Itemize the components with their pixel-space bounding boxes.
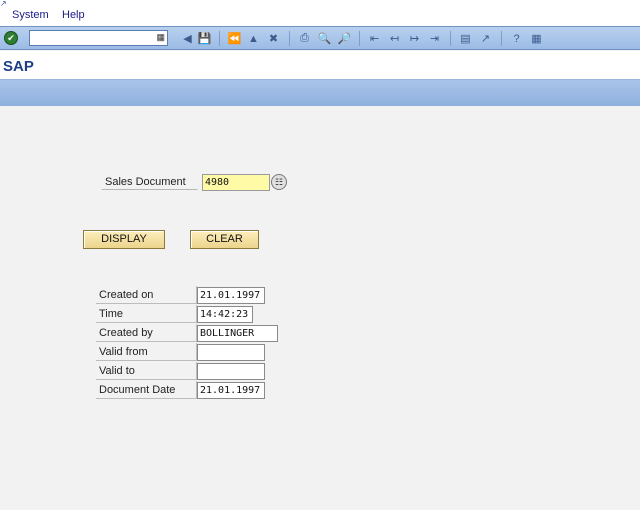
- history-dropdown-icon[interactable]: ▦: [156, 32, 165, 43]
- document-date-field: 21.01.1997: [197, 382, 265, 399]
- valid-to-field[interactable]: [197, 363, 265, 380]
- back-icon[interactable]: ⏪: [227, 31, 242, 46]
- toolbar-separator: [501, 31, 502, 46]
- value-help-icon[interactable]: ☷: [271, 174, 287, 190]
- time-label: Time: [96, 305, 197, 323]
- menu-help[interactable]: Help: [62, 9, 85, 21]
- created-on-label: Created on: [96, 286, 197, 304]
- created-by-label: Created by: [96, 324, 197, 342]
- menu-system[interactable]: System: [12, 9, 49, 21]
- valid-from-label: Valid from: [96, 343, 197, 361]
- toolbar-separator: [359, 31, 360, 46]
- find-next-icon[interactable]: 🔎: [337, 31, 352, 46]
- created-by-field: BOLLINGER: [197, 325, 278, 342]
- last-page-icon[interactable]: ⇥: [427, 31, 442, 46]
- toolbar-separator: [450, 31, 451, 46]
- cancel-icon[interactable]: ✖: [266, 31, 281, 46]
- previous-page-icon[interactable]: ↤: [387, 31, 402, 46]
- valid-from-field[interactable]: [197, 344, 265, 361]
- window-menu-icon[interactable]: ↗: [0, 0, 10, 8]
- standard-toolbar: ✔ ▦ ◀ 💾 ⏪ ▲ ✖ ⎙ 🔍 🔎 ⇤ ↤ ↦ ⇥ ▤ ↗ ? ▦: [0, 26, 640, 50]
- toolbar-separator: [289, 31, 290, 46]
- document-date-label: Document Date: [96, 381, 197, 399]
- help-icon[interactable]: ?: [509, 31, 524, 46]
- sales-document-label: Sales Document: [101, 174, 198, 190]
- first-page-icon[interactable]: ⇤: [367, 31, 382, 46]
- created-on-field: 21.01.1997: [197, 287, 265, 304]
- command-field[interactable]: ▦: [29, 30, 168, 46]
- application-toolbar: [0, 80, 640, 106]
- toolbar-separator: [219, 31, 220, 46]
- valid-to-label: Valid to: [96, 362, 197, 380]
- print-icon[interactable]: ⎙: [297, 31, 312, 46]
- next-page-icon[interactable]: ↦: [407, 31, 422, 46]
- exit-icon[interactable]: ▲: [246, 31, 261, 46]
- layout-menu-icon[interactable]: ▦: [529, 31, 544, 46]
- menu-bar: ↗ System Help: [0, 0, 640, 26]
- enter-icon[interactable]: ✔: [4, 31, 18, 45]
- page-title: SAP: [3, 58, 34, 75]
- shortcut-icon[interactable]: ↗: [478, 31, 493, 46]
- create-session-icon[interactable]: ▤: [458, 31, 473, 46]
- display-button[interactable]: DISPLAY: [83, 230, 165, 249]
- title-bar: SAP: [0, 51, 640, 80]
- clear-button[interactable]: CLEAR: [190, 230, 259, 249]
- find-icon[interactable]: 🔍: [317, 31, 332, 46]
- save-icon[interactable]: 💾: [197, 31, 212, 46]
- time-field: 14:42:23: [197, 306, 253, 323]
- arrow-left-icon[interactable]: ◀: [180, 31, 195, 46]
- sales-document-input[interactable]: 4980: [202, 174, 270, 191]
